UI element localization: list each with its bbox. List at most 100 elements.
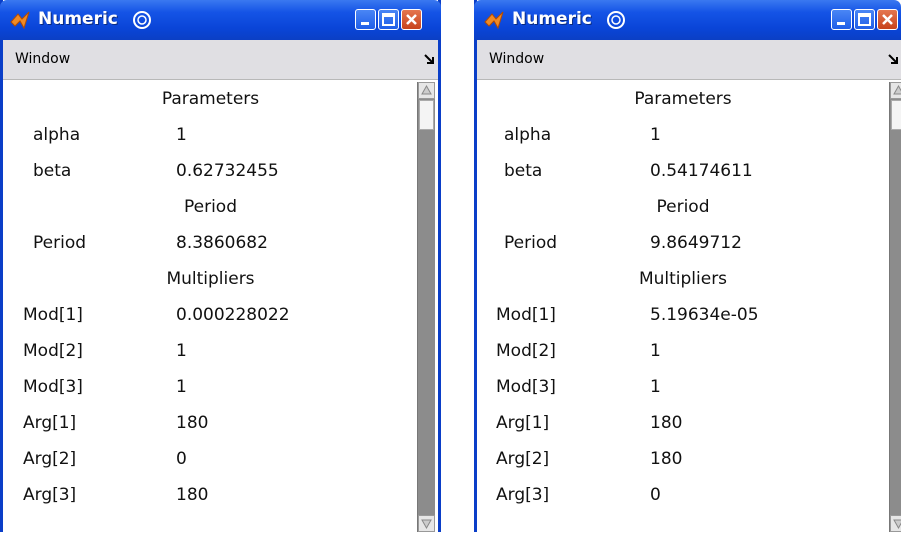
period-row: Period 8.3860682 <box>3 226 418 262</box>
results-panel: Parameters alpha 1 beta 0.62732455 Perio… <box>3 80 418 532</box>
multiplier-value: 180 <box>176 485 209 505</box>
multipliers-heading: Multipliers <box>166 269 255 289</box>
vertical-scrollbar[interactable] <box>889 82 901 532</box>
period-label: Period <box>504 233 558 253</box>
swirl-icon <box>607 11 625 29</box>
multiplier-row: Mod[3] 1 <box>477 370 889 406</box>
multiplier-value: 180 <box>650 449 683 469</box>
scroll-down-button[interactable] <box>418 515 435 532</box>
param-row: alpha 1 <box>3 118 418 154</box>
parameters-heading: Parameters <box>161 89 260 109</box>
menu-arrow-icon[interactable] <box>887 53 899 65</box>
period-value: 9.8649712 <box>650 233 742 253</box>
close-button[interactable] <box>401 9 422 30</box>
numeric-window-right: Numeric Window Parameters alpha 1 beta 0… <box>474 0 901 532</box>
multipliers-heading: Multipliers <box>638 269 728 289</box>
period-heading: Period <box>656 197 710 217</box>
multiplier-value: 1 <box>176 341 187 361</box>
param-value: 0.54174611 <box>650 161 753 181</box>
results-panel: Parameters alpha 1 beta 0.54174611 Perio… <box>477 80 889 532</box>
multiplier-row: Arg[2] 180 <box>477 442 889 478</box>
param-row: beta 0.54174611 <box>477 154 889 190</box>
param-label: beta <box>33 161 72 181</box>
minimize-icon <box>361 22 369 25</box>
window-menu[interactable]: Window <box>15 51 70 67</box>
multiplier-value: 1 <box>176 377 187 397</box>
close-icon <box>882 14 893 25</box>
multiplier-value: 0 <box>650 485 661 505</box>
numeric-window-left: Numeric Window Parameters alpha 1 beta 0… <box>0 0 441 532</box>
param-label: beta <box>504 161 543 181</box>
multiplier-label: Mod[1] <box>23 305 83 325</box>
multiplier-label: Arg[3] <box>496 485 550 505</box>
param-value: 1 <box>176 125 187 145</box>
title-bar[interactable]: Numeric <box>0 0 441 40</box>
scroll-down-icon <box>421 519 432 530</box>
multiplier-row: Arg[3] 0 <box>477 478 889 514</box>
scroll-down-icon <box>893 519 901 530</box>
multiplier-label: Mod[3] <box>496 377 556 397</box>
period-row: Period 9.8649712 <box>477 226 889 262</box>
multiplier-label: Mod[2] <box>23 341 83 361</box>
menu-bar: Window <box>477 40 901 80</box>
param-label: alpha <box>33 125 81 145</box>
close-icon <box>406 14 417 25</box>
matlab-icon <box>484 11 504 30</box>
multiplier-label: Arg[1] <box>496 413 550 433</box>
param-value: 1 <box>650 125 661 145</box>
param-value: 0.62732455 <box>176 161 279 181</box>
scroll-up-button[interactable] <box>418 82 435 99</box>
menu-arrow-icon[interactable] <box>423 53 435 65</box>
multiplier-value: 0 <box>176 449 187 469</box>
scroll-up-icon <box>421 84 432 95</box>
period-heading: Period <box>183 197 237 217</box>
multiplier-value: 180 <box>650 413 683 433</box>
multiplier-label: Mod[3] <box>23 377 83 397</box>
multiplier-value: 0.000228022 <box>176 305 290 325</box>
multiplier-row: Mod[2] 1 <box>3 334 418 370</box>
vertical-scrollbar[interactable] <box>417 82 435 532</box>
period-value: 8.3860682 <box>176 233 268 253</box>
maximize-button[interactable] <box>378 9 399 30</box>
scroll-down-button[interactable] <box>890 515 901 532</box>
maximize-button[interactable] <box>854 9 875 30</box>
minimize-icon <box>837 22 845 25</box>
param-label: alpha <box>504 125 552 145</box>
scroll-thumb[interactable] <box>891 100 901 130</box>
minimize-button[interactable] <box>355 9 376 30</box>
multiplier-value: 1 <box>650 377 661 397</box>
window-menu[interactable]: Window <box>489 51 544 67</box>
param-row: alpha 1 <box>477 118 889 154</box>
scroll-up-icon <box>893 84 901 95</box>
swirl-icon <box>133 11 151 29</box>
matlab-icon <box>10 11 30 30</box>
multiplier-row: Arg[2] 0 <box>3 442 418 478</box>
multiplier-label: Mod[1] <box>496 305 556 325</box>
multiplier-label: Mod[2] <box>496 341 556 361</box>
multiplier-row: Mod[2] 1 <box>477 334 889 370</box>
menu-bar: Window <box>3 40 438 80</box>
multiplier-label: Arg[2] <box>23 449 77 469</box>
minimize-button[interactable] <box>831 9 852 30</box>
period-label: Period <box>33 233 87 253</box>
multiplier-row: Mod[1] 0.000228022 <box>3 298 418 334</box>
scroll-up-button[interactable] <box>890 82 901 99</box>
multiplier-row: Mod[3] 1 <box>3 370 418 406</box>
multiplier-label: Arg[1] <box>23 413 77 433</box>
multiplier-label: Arg[2] <box>496 449 550 469</box>
maximize-icon <box>858 13 871 26</box>
multiplier-row: Mod[1] 5.19634e-05 <box>477 298 889 334</box>
param-row: beta 0.62732455 <box>3 154 418 190</box>
multiplier-row: Arg[1] 180 <box>477 406 889 442</box>
parameters-heading: Parameters <box>634 89 732 109</box>
maximize-icon <box>382 13 395 26</box>
multiplier-value: 180 <box>176 413 209 433</box>
multiplier-row: Arg[1] 180 <box>3 406 418 442</box>
window-title: Numeric <box>512 9 592 29</box>
multiplier-value: 5.19634e-05 <box>650 305 759 325</box>
close-button[interactable] <box>877 9 898 30</box>
title-bar[interactable]: Numeric <box>474 0 901 40</box>
multiplier-label: Arg[3] <box>23 485 77 505</box>
multiplier-row: Arg[3] 180 <box>3 478 418 514</box>
scroll-thumb[interactable] <box>419 100 434 130</box>
